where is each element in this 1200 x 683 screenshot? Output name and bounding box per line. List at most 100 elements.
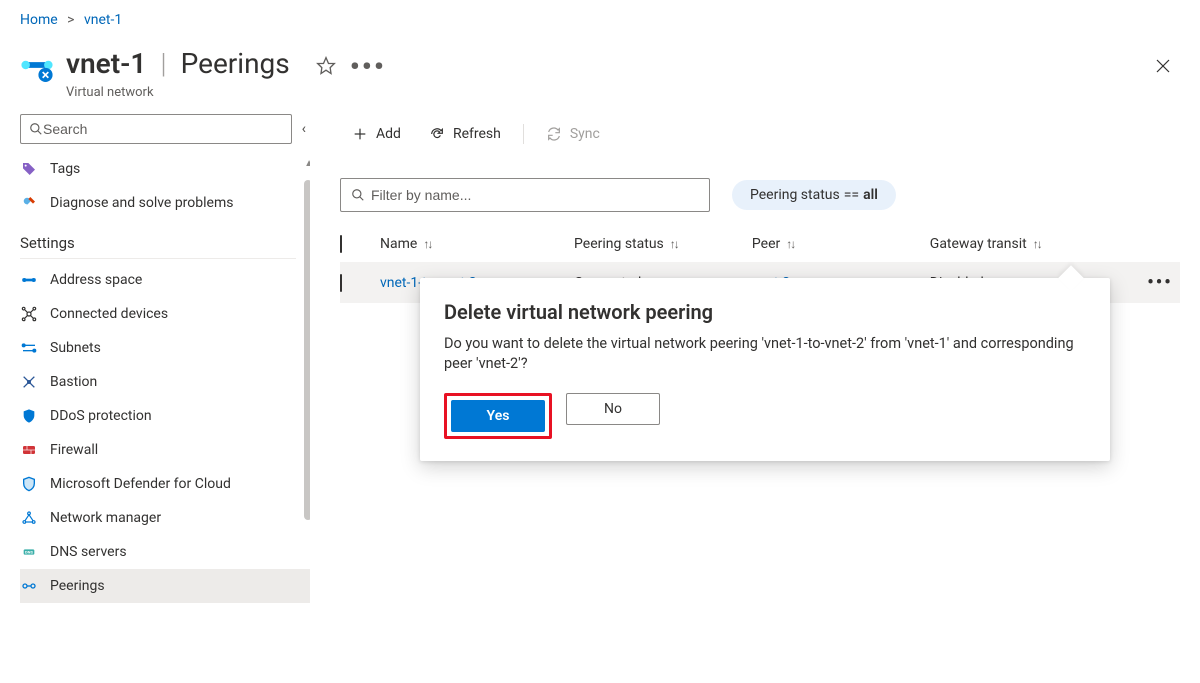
- header-label: Peer: [752, 236, 780, 252]
- firewall-icon: [20, 441, 38, 459]
- row-checkbox[interactable]: [340, 274, 342, 292]
- breadcrumb: Home > vnet-1: [0, 0, 1200, 36]
- sidebar-item-tags[interactable]: Tags: [20, 152, 310, 186]
- sidebar-item-label: Peerings: [50, 578, 105, 594]
- sidebar-item-label: Tags: [50, 161, 80, 177]
- sidebar-item-ddos[interactable]: DDoS protection: [20, 399, 310, 433]
- refresh-label: Refresh: [453, 126, 501, 142]
- delete-peering-dialog: Delete virtual network peering Do you wa…: [420, 278, 1110, 461]
- sort-arrows-icon: ↑↓: [786, 237, 794, 251]
- refresh-icon: [429, 126, 445, 142]
- search-icon: [351, 188, 365, 202]
- row-context-menu-icon[interactable]: •••: [1140, 272, 1180, 293]
- address-space-icon: [20, 271, 38, 289]
- refresh-button[interactable]: Refresh: [417, 120, 513, 148]
- dialog-title: Delete virtual network peering: [444, 300, 1086, 324]
- svg-text:DNS: DNS: [25, 550, 33, 555]
- main-content: Add Refresh Sync Peering status == all: [310, 114, 1200, 683]
- sync-label: Sync: [570, 126, 600, 142]
- plus-icon: [352, 126, 368, 142]
- vnet-resource-icon: [20, 48, 54, 82]
- blade-name: Peerings: [181, 47, 290, 80]
- sort-arrows-icon: ↑↓: [670, 237, 678, 251]
- dialog-body: Do you want to delete the virtual networ…: [444, 334, 1086, 375]
- wrench-icon: [20, 194, 38, 212]
- sidebar-item-label: Microsoft Defender for Cloud: [50, 476, 231, 492]
- filter-row: Peering status == all: [340, 178, 1180, 212]
- breadcrumb-separator: >: [67, 12, 74, 28]
- favorite-star-icon[interactable]: [316, 50, 336, 83]
- search-icon: [29, 122, 43, 136]
- sidebar-item-connected-devices[interactable]: Connected devices: [20, 297, 310, 331]
- column-header-status[interactable]: Peering status ↑↓: [574, 236, 752, 252]
- resource-name: vnet-1: [66, 47, 146, 80]
- pill-value: all: [863, 187, 878, 203]
- breadcrumb-current[interactable]: vnet-1: [84, 12, 122, 28]
- sidebar-section-settings: Settings: [20, 220, 296, 259]
- bastion-icon: [20, 373, 38, 391]
- sidebar-item-subnets[interactable]: Subnets: [20, 331, 310, 365]
- sidebar-item-defender[interactable]: Microsoft Defender for Cloud: [20, 467, 310, 501]
- header-label: Peering status: [574, 236, 664, 252]
- dns-icon: DNS: [20, 543, 38, 561]
- resource-type-subtitle: Virtual network: [66, 85, 1180, 100]
- sidebar-item-label: DNS servers: [50, 544, 127, 560]
- sidebar-item-bastion[interactable]: Bastion: [20, 365, 310, 399]
- sync-icon: [546, 126, 562, 142]
- sidebar-item-firewall[interactable]: Firewall: [20, 433, 310, 467]
- sidebar-item-label: Bastion: [50, 374, 97, 390]
- tag-icon: [20, 160, 38, 178]
- filter-input[interactable]: [371, 187, 699, 203]
- sidebar-search[interactable]: [20, 114, 292, 144]
- subnets-icon: [20, 339, 38, 357]
- pill-operator: ==: [844, 187, 859, 203]
- column-header-peer[interactable]: Peer ↑↓: [752, 236, 930, 252]
- connected-devices-icon: [20, 305, 38, 323]
- select-all-checkbox[interactable]: [340, 235, 342, 253]
- peerings-icon: [20, 577, 38, 595]
- defender-icon: [20, 475, 38, 493]
- sidebar-item-label: Firewall: [50, 442, 98, 458]
- yes-button[interactable]: Yes: [451, 400, 545, 432]
- sidebar-item-diagnose[interactable]: Diagnose and solve problems: [20, 186, 310, 220]
- header-label: Name: [380, 236, 417, 252]
- filter-by-name[interactable]: [340, 178, 710, 212]
- filter-pill-peering-status[interactable]: Peering status == all: [732, 180, 896, 210]
- add-label: Add: [376, 126, 401, 142]
- sort-arrows-icon: ↑↓: [1033, 237, 1041, 251]
- sync-button[interactable]: Sync: [534, 120, 612, 148]
- header-label: Gateway transit: [930, 236, 1027, 252]
- sidebar-item-label: Address space: [50, 272, 142, 288]
- sidebar-item-label: Subnets: [50, 340, 101, 356]
- close-blade-icon[interactable]: [1154, 56, 1172, 80]
- sort-arrows-icon: ↑↓: [423, 237, 431, 251]
- sidebar-item-label: Diagnose and solve problems: [50, 195, 233, 211]
- more-actions-icon[interactable]: •••: [350, 50, 386, 83]
- shield-icon: [20, 407, 38, 425]
- pill-key: Peering status: [750, 187, 840, 203]
- sidebar-search-input[interactable]: [43, 121, 283, 137]
- column-header-gateway[interactable]: Gateway transit ↑↓: [930, 236, 1140, 252]
- no-button[interactable]: No: [566, 393, 660, 425]
- column-header-name[interactable]: Name ↑↓: [380, 236, 574, 252]
- sidebar-nav: ▲ Tags Diagnose and solve problems Setti…: [20, 152, 310, 662]
- page-title: vnet-1 | Peerings •••: [66, 44, 386, 83]
- title-separator: |: [160, 47, 166, 80]
- page-header: vnet-1 | Peerings ••• Virtual network: [0, 36, 1200, 114]
- sidebar-item-label: DDoS protection: [50, 408, 152, 424]
- network-manager-icon: [20, 509, 38, 527]
- sidebar-item-address-space[interactable]: Address space: [20, 263, 310, 297]
- sidebar-item-network-manager[interactable]: Network manager: [20, 501, 310, 535]
- table-header-row: Name ↑↓ Peering status ↑↓ Peer ↑↓ Gatewa…: [340, 226, 1180, 262]
- highlight-annotation: Yes: [444, 393, 552, 439]
- breadcrumb-home[interactable]: Home: [20, 12, 58, 28]
- dialog-actions: Yes No: [444, 393, 1086, 439]
- sidebar-item-peerings[interactable]: Peerings: [20, 569, 310, 603]
- toolbar-separator: [523, 124, 524, 144]
- toolbar: Add Refresh Sync: [340, 114, 1180, 154]
- sidebar-item-label: Network manager: [50, 510, 161, 526]
- sidebar-item-dns[interactable]: DNS DNS servers: [20, 535, 310, 569]
- sidebar-item-label: Connected devices: [50, 306, 168, 322]
- add-button[interactable]: Add: [340, 120, 413, 148]
- sidebar: ‹‹ ▲ Tags Diagnose and solve problems Se…: [0, 114, 310, 683]
